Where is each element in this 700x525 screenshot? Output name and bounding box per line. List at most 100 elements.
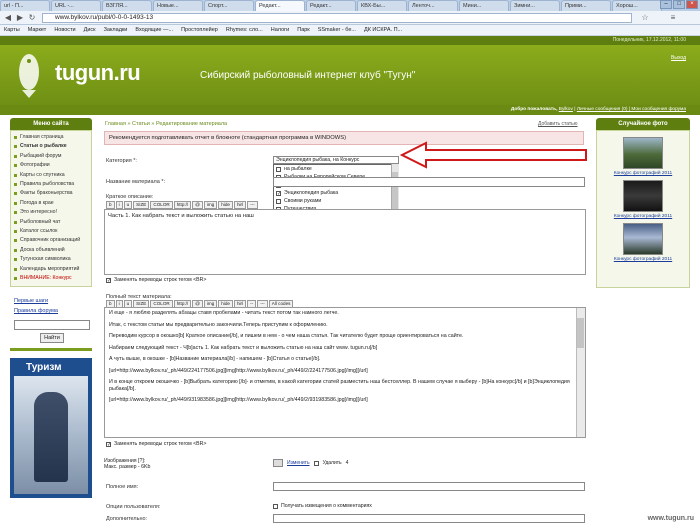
- editor-toolbar-button[interactable]: b: [106, 201, 115, 209]
- sidebar-item[interactable]: Доска объявлений: [11, 246, 91, 255]
- editor-toolbar-button[interactable]: hide: [218, 201, 233, 209]
- category-checkbox[interactable]: [276, 166, 281, 172]
- full-linebreak-checkbox[interactable]: ✓: [106, 441, 111, 447]
- editor-toolbar-button[interactable]: SIZE: [133, 201, 150, 209]
- editor-toolbar-button[interactable]: i: [115, 201, 123, 209]
- browser-tab[interactable]: Ленточ...: [408, 0, 458, 11]
- sidebar-item[interactable]: Рыболовный чат: [11, 218, 91, 227]
- messages-links[interactable]: Личные сообщения (0) | Мои сообщения фор…: [577, 107, 686, 112]
- bookmark-item[interactable]: Закладки: [104, 25, 128, 35]
- brief-linebreak-checkbox[interactable]: ✓: [106, 277, 111, 283]
- bookmark-item[interactable]: Маркет: [28, 25, 47, 35]
- sidebar-item[interactable]: Статьи о рыбалке: [11, 142, 91, 151]
- change-image-link[interactable]: Изменить: [287, 460, 310, 466]
- sidebar-item[interactable]: ВНИМАНИЕ: Конкурс: [11, 274, 91, 283]
- sidebar-item[interactable]: Погода в крае: [11, 199, 91, 208]
- editor-toolbar-button[interactable]: hirl: [233, 201, 247, 209]
- browser-tab[interactable]: КВХ-Бы...: [357, 0, 407, 11]
- browser-tab[interactable]: Спорт...: [204, 0, 254, 11]
- notify-checkbox[interactable]: [273, 503, 278, 509]
- sidebar-item[interactable]: Каталог ссылок: [11, 227, 91, 236]
- random-photo-body: Конкурс фотографий 2011 Конкурс фотограф…: [596, 130, 690, 288]
- delete-image-checkbox[interactable]: [313, 460, 319, 466]
- browser-tab[interactable]: Зимни...: [510, 0, 560, 11]
- category-checkbox[interactable]: [276, 198, 281, 204]
- bookmark-item[interactable]: Новости: [54, 25, 75, 35]
- photo-caption-3[interactable]: Конкурс фотографий 2011: [601, 257, 685, 262]
- bookmark-item[interactable]: Парк: [297, 25, 309, 35]
- search-input[interactable]: [14, 320, 90, 330]
- browser-tab[interactable]: url - П...: [0, 0, 50, 11]
- image-number-select[interactable]: [273, 459, 283, 467]
- back-icon[interactable]: ◀: [3, 13, 13, 23]
- sidebar-item[interactable]: Это интересно!: [11, 208, 91, 217]
- fullname-label: Полное имя:: [106, 484, 139, 490]
- random-photo-3[interactable]: [623, 223, 663, 255]
- full-scroll-thumb[interactable]: [577, 318, 584, 348]
- star-icon[interactable]: ☆: [640, 13, 650, 23]
- editor-toolbar-button[interactable]: http://: [173, 201, 192, 209]
- full-textarea[interactable]: И еще - я люблю разделять абзацы ставя п…: [104, 307, 586, 438]
- first-steps-link[interactable]: Первые шаги: [14, 296, 58, 306]
- reload-icon[interactable]: ↻: [27, 13, 37, 23]
- bookmark-item[interactable]: Карты: [4, 25, 20, 35]
- category-select[interactable]: Энциклопедия рыбака, на Конкурс: [273, 156, 399, 164]
- name-input[interactable]: [273, 177, 585, 187]
- browser-tab[interactable]: Хорош...: [612, 0, 662, 11]
- minimize-icon[interactable]: –: [660, 0, 672, 9]
- browser-tab[interactable]: ВЗГЛЯ...: [102, 0, 152, 11]
- sidebar-item[interactable]: Тугунская символика: [11, 255, 91, 264]
- sidebar-item[interactable]: Справочник организаций: [11, 236, 91, 245]
- editor-toolbar-button[interactable]: ---: [247, 201, 258, 209]
- settings-icon[interactable]: ≡: [668, 13, 678, 23]
- category-option[interactable]: ✓ Энциклопедия рыбака: [274, 189, 398, 197]
- brief-textarea[interactable]: Часть 1. Как набрать текст и выложить ст…: [104, 209, 586, 275]
- editor-toolbar-button[interactable]: u: [123, 201, 133, 209]
- url-field[interactable]: www.bylkov.ru/publ/0-0-0-1493-13: [42, 13, 632, 23]
- add-article-link[interactable]: Добавить статью: [538, 121, 578, 127]
- bookmark-item[interactable]: Входящие —...: [135, 25, 173, 35]
- site-logo[interactable]: tugun.ru: [55, 60, 141, 86]
- category-option[interactable]: на рыбалке: [274, 165, 398, 173]
- search-button[interactable]: Найти: [40, 333, 64, 343]
- editor-toolbar-button[interactable]: img: [203, 201, 218, 209]
- browser-tab[interactable]: URL -...: [51, 0, 101, 11]
- breadcrumb[interactable]: Главная » Статьи » Редактирование матери…: [105, 121, 227, 127]
- logout-link[interactable]: Выход: [671, 55, 686, 61]
- sidebar-item[interactable]: Главная страница: [11, 133, 91, 142]
- sidebar-item[interactable]: Календарь мероприятий: [11, 265, 91, 274]
- sidebar-item[interactable]: Карты со спутника: [11, 171, 91, 180]
- sidebar-item[interactable]: Факты браконьерства: [11, 189, 91, 198]
- random-photo-1[interactable]: [623, 137, 663, 169]
- user-link[interactable]: Bylkov: [559, 107, 573, 112]
- editor-toolbar-button[interactable]: @: [192, 201, 203, 209]
- category-checkbox[interactable]: ✓: [276, 190, 281, 196]
- fullname-input[interactable]: [273, 482, 585, 491]
- maximize-icon[interactable]: □: [673, 0, 685, 9]
- sidebar-item[interactable]: Правила рыболовства: [11, 180, 91, 189]
- browser-tab[interactable]: Редакт...: [255, 0, 305, 11]
- banner-person-image: [34, 392, 68, 482]
- browser-tab[interactable]: Новые...: [153, 0, 203, 11]
- extra-input[interactable]: [273, 514, 585, 523]
- photo-caption-1[interactable]: Конкурс фотографий 2011: [601, 171, 685, 176]
- browser-tab[interactable]: Мини...: [459, 0, 509, 11]
- browser-tab[interactable]: Прими...: [561, 0, 611, 11]
- bookmark-item[interactable]: Диск: [84, 25, 96, 35]
- sidebar-item[interactable]: Фотографии: [11, 161, 91, 170]
- close-icon[interactable]: ×: [686, 0, 698, 9]
- bookmark-item[interactable]: Rhymes: сло...: [226, 25, 263, 35]
- forum-rules-link[interactable]: Правила форума: [14, 306, 58, 316]
- brief-linebreak-label: Заменять переводы строк тегом <BR>: [114, 277, 207, 283]
- bookmark-item[interactable]: Простоплейер: [181, 25, 218, 35]
- random-photo-2[interactable]: [623, 180, 663, 212]
- editor-toolbar-button[interactable]: COLOR: [150, 201, 173, 209]
- bookmark-item[interactable]: Налоги: [271, 25, 289, 35]
- bookmark-item[interactable]: SSmaker - бе...: [318, 25, 356, 35]
- category-option[interactable]: Своими руками: [274, 197, 398, 205]
- browser-tab[interactable]: Редакт...: [306, 0, 356, 11]
- sidebar-item[interactable]: Рыбацкий форум: [11, 152, 91, 161]
- photo-caption-2[interactable]: Конкурс фотографий 2011: [601, 214, 685, 219]
- bookmark-item[interactable]: ДК ИСКРА. П...: [364, 25, 402, 35]
- forward-icon[interactable]: ▶: [15, 13, 25, 23]
